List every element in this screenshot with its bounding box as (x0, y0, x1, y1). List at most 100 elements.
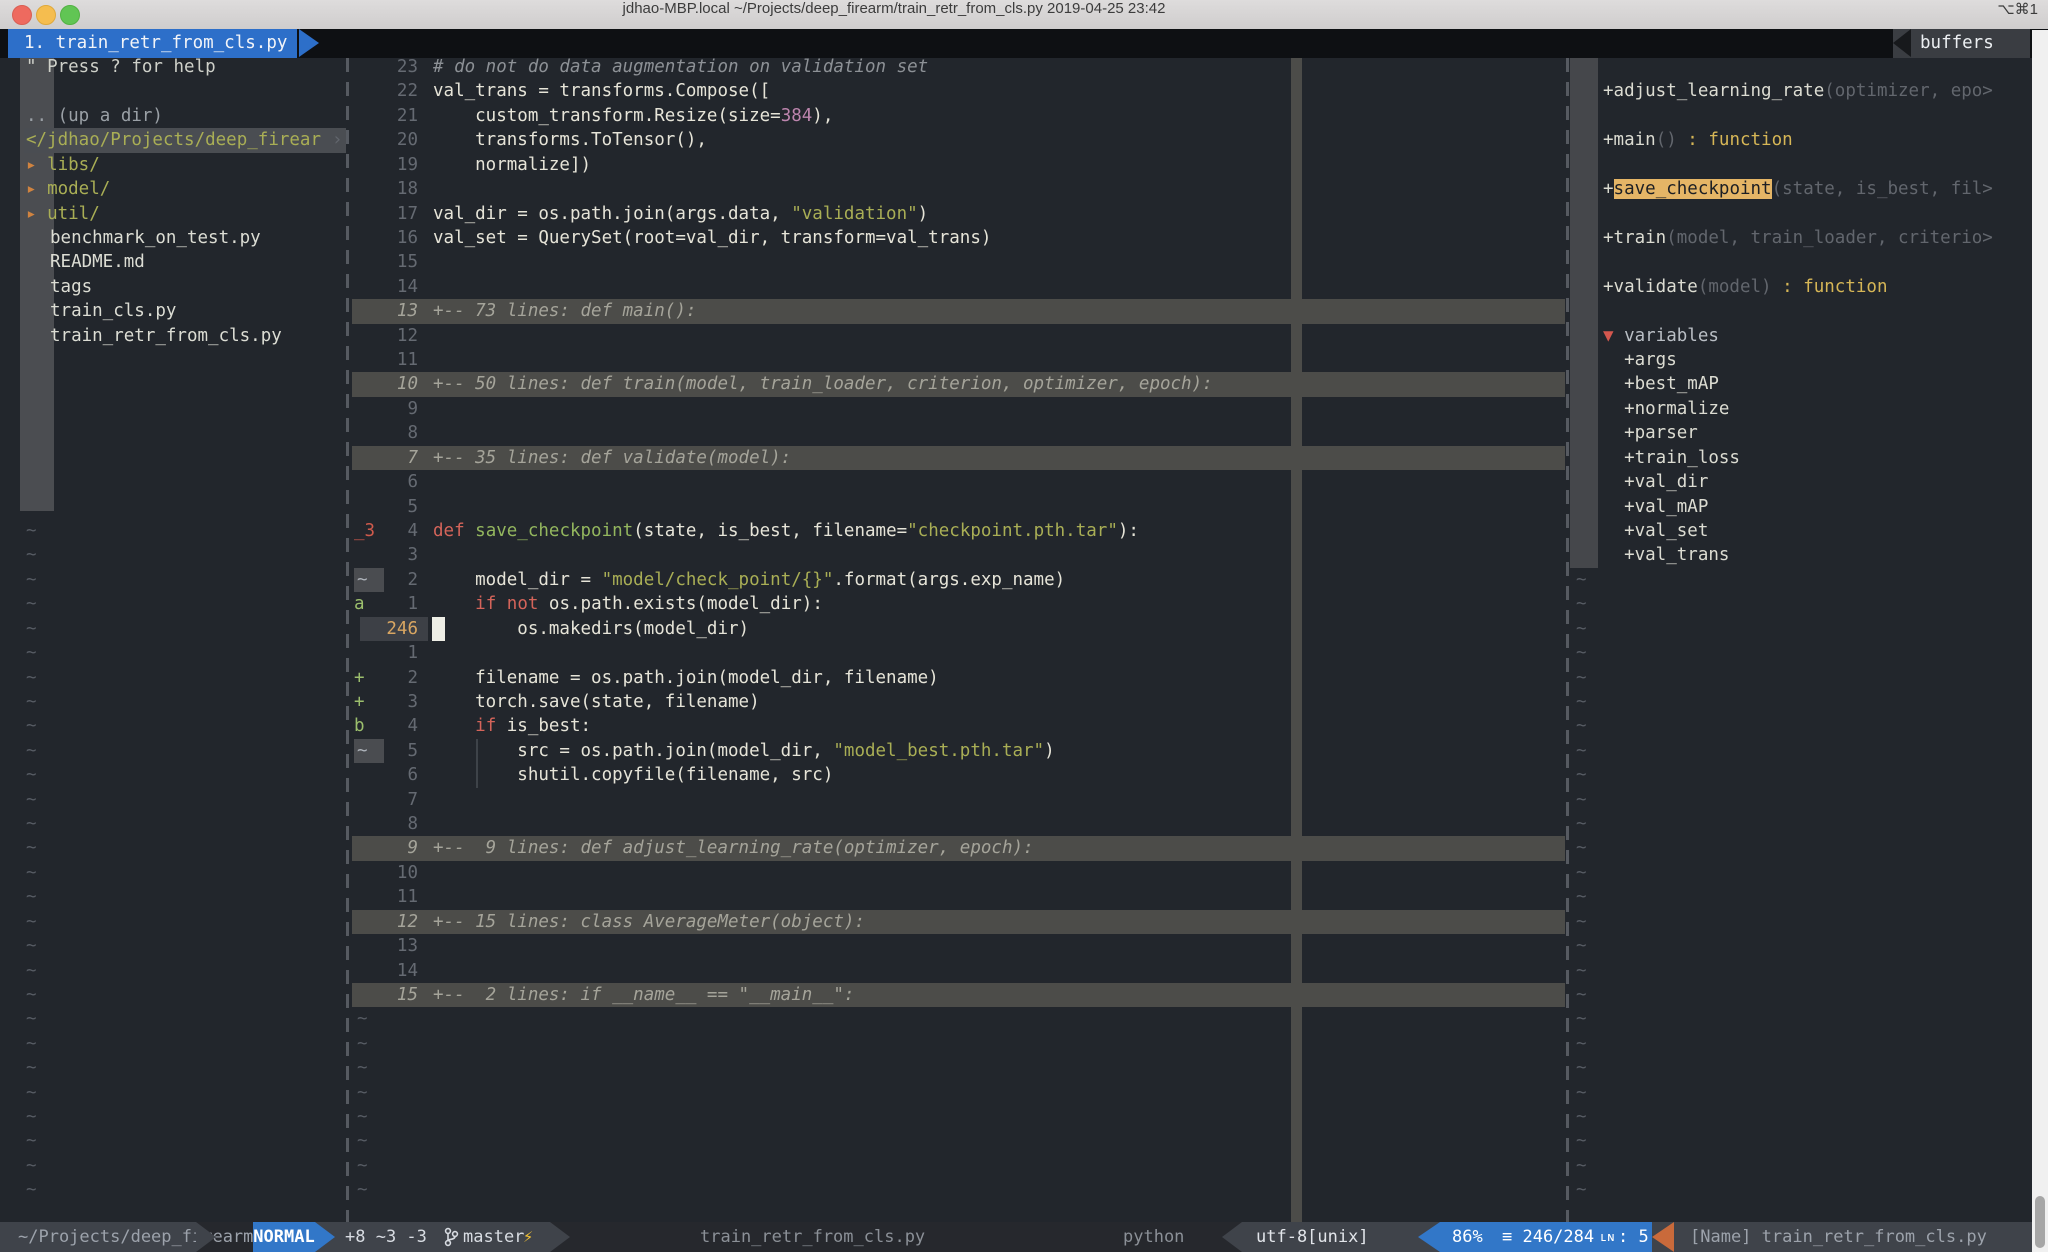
tree-item-dir-libs[interactable]: ▸ libs/ (26, 153, 100, 177)
text-segment: ) (918, 204, 929, 224)
text-segment: custom_transform.Resize(size= (433, 106, 781, 126)
text-segment: if (475, 716, 496, 736)
relative-line-number: 6 (358, 763, 418, 787)
statusline-git-segment: +8 ~3 -3 master ⚡ (315, 1222, 550, 1252)
empty-line-tilde: ~ (26, 739, 37, 763)
tag-item[interactable]: +args (1603, 348, 1677, 372)
empty-line-tilde: ~ (26, 641, 37, 665)
tag-item[interactable]: +val_trans (1603, 543, 1729, 567)
tag-item[interactable]: +normalize (1603, 397, 1729, 421)
window-separator-left[interactable] (346, 58, 349, 1222)
relative-line-number: 11 (358, 885, 418, 909)
tag-item[interactable]: +train(model, train_loader, criterio> (1603, 226, 1993, 250)
code-line[interactable]: normalize]) (433, 153, 591, 177)
empty-line-tilde: ~ (26, 690, 37, 714)
text-segment: variables (1624, 326, 1719, 346)
window-separator-right[interactable] (1566, 58, 1569, 1222)
empty-line-tilde: ~ (1576, 788, 1587, 812)
text-segment: torch.save(state, filename) (433, 692, 760, 712)
text-segment: +best_mAP (1603, 374, 1719, 394)
code-line[interactable]: val_trans = transforms.Compose([ (433, 79, 770, 103)
scrollbar-thumb[interactable] (2035, 1196, 2045, 1248)
relative-line-number: 14 (358, 959, 418, 983)
git-hunks: +8 ~3 -3 (345, 1222, 427, 1252)
empty-line-tilde: ~ (26, 910, 37, 934)
tag-item[interactable]: +save_checkpoint(state, is_best, fil> (1603, 177, 1993, 201)
gutter-sign: a (354, 592, 378, 616)
tag-item[interactable]: +val_dir (1603, 470, 1708, 494)
fold-text: +-- 2 lines: if __name__ == "__main__": (433, 983, 854, 1007)
code-line[interactable]: if is_best: (433, 714, 591, 738)
code-line[interactable]: val_dir = os.path.join(args.data, "valid… (433, 202, 928, 226)
tree-item-file-READMEmd[interactable]: README.md (50, 250, 145, 274)
tag-item[interactable]: +main() : function (1603, 128, 1793, 152)
empty-line-tilde: ~ (357, 1081, 368, 1105)
text-segment (433, 716, 475, 736)
git-branch: master (463, 1222, 524, 1252)
code-line[interactable]: model_dir = "model/check_point/{}".forma… (433, 568, 1065, 592)
tree-item-file-train_retr_from_clspy[interactable]: train_retr_from_cls.py (50, 324, 282, 348)
tree-item-file-train_clspy[interactable]: train_cls.py (50, 299, 176, 323)
empty-line-tilde: ~ (26, 592, 37, 616)
gutter-sign: ~ (354, 739, 384, 763)
titlebar: jdhao-MBP.local ~/Projects/deep_firearm/… (0, 0, 2048, 30)
tree-item-file-tags[interactable]: tags (50, 275, 92, 299)
code-line[interactable]: os.makedirs(model_dir) (433, 617, 749, 641)
tag-item[interactable]: ▼ variables (1603, 324, 1719, 348)
empty-line-tilde: ~ (26, 543, 37, 567)
gutter-sign: + (354, 690, 378, 714)
tab-train-retr-from-cls[interactable]: 1. train_retr_from_cls.py (8, 29, 297, 58)
tag-item[interactable]: +parser (1603, 421, 1698, 445)
nerdtree-root[interactable]: </jdhao/Projects/deep_firear› (26, 128, 321, 152)
empty-line-tilde: ~ (26, 1056, 37, 1080)
text-segment: (model) (1698, 277, 1772, 297)
nerdtree-up-a-dir[interactable]: .. (up a dir) (26, 104, 163, 128)
tagbar-scroll-band[interactable] (1570, 58, 1598, 568)
text-segment: def (433, 521, 465, 541)
empty-line-tilde: ~ (357, 1007, 368, 1031)
text-segment: val_set = QuerySet(root=val_dir, transfo… (433, 228, 991, 248)
tree-item-dir-util[interactable]: ▸ util/ (26, 202, 100, 226)
powerline-arrow-icon (196, 1222, 216, 1252)
relative-line-number: 23 (358, 55, 418, 79)
tag-item[interactable]: +validate(model) : function (1603, 275, 1888, 299)
code-line[interactable]: def save_checkpoint(state, is_best, file… (433, 519, 1139, 543)
tree-item-file-benchmark_on_testpy[interactable]: benchmark_on_test.py (50, 226, 261, 250)
text-segment: +main (1603, 130, 1656, 150)
text-segment: ▸ (26, 179, 47, 199)
cursor-line-number: 246 (358, 617, 418, 641)
fold-line-number: 15 (358, 983, 418, 1007)
relative-line-number: 11 (358, 348, 418, 372)
code-line[interactable]: custom_transform.Resize(size=384), (433, 104, 833, 128)
scrollbar-track[interactable] (2032, 30, 2048, 1252)
relative-line-number: 9 (358, 397, 418, 421)
code-line[interactable]: # do not do data augmentation on validat… (433, 55, 928, 79)
text-segment: +train_loss (1603, 448, 1740, 468)
text-segment: (model, train_loader, criterio> (1666, 228, 1993, 248)
tag-item[interactable]: +val_set (1603, 519, 1708, 543)
buffers-notch-icon (1893, 29, 1911, 57)
tag-item[interactable]: +best_mAP (1603, 372, 1719, 396)
fold-line-number: 12 (358, 910, 418, 934)
tag-item[interactable]: +train_loss (1603, 446, 1740, 470)
tree-item-dir-model[interactable]: ▸ model/ (26, 177, 110, 201)
code-line[interactable]: val_set = QuerySet(root=val_dir, transfo… (433, 226, 991, 250)
scroll-percent: 86% (1452, 1222, 1483, 1252)
fold-line-number: 7 (358, 446, 418, 470)
code-line[interactable]: transforms.ToTensor(), (433, 128, 707, 152)
code-line[interactable]: shutil.copyfile(filename, src) (433, 763, 833, 787)
text-segment: +adjust_learning_rate (1603, 81, 1824, 101)
window-shortcut-badge: ⌥⌘1 (1997, 0, 2038, 29)
tag-item[interactable]: +adjust_learning_rate(optimizer, epo> (1603, 79, 1993, 103)
code-line[interactable]: filename = os.path.join(model_dir, filen… (433, 666, 939, 690)
tag-item[interactable]: +val_mAP (1603, 495, 1708, 519)
empty-line-tilde: ~ (1576, 1154, 1587, 1178)
code-line[interactable]: torch.save(state, filename) (433, 690, 760, 714)
text-segment: + (1603, 179, 1614, 199)
code-line[interactable]: if not os.path.exists(model_dir): (433, 592, 823, 616)
empty-line-tilde: ~ (357, 1154, 368, 1178)
code-line[interactable]: src = os.path.join(model_dir, "model_bes… (433, 739, 1055, 763)
empty-line-tilde: ~ (26, 1081, 37, 1105)
empty-line-tilde: ~ (1576, 1056, 1587, 1080)
text-segment: save_checkpoint (1614, 179, 1772, 199)
